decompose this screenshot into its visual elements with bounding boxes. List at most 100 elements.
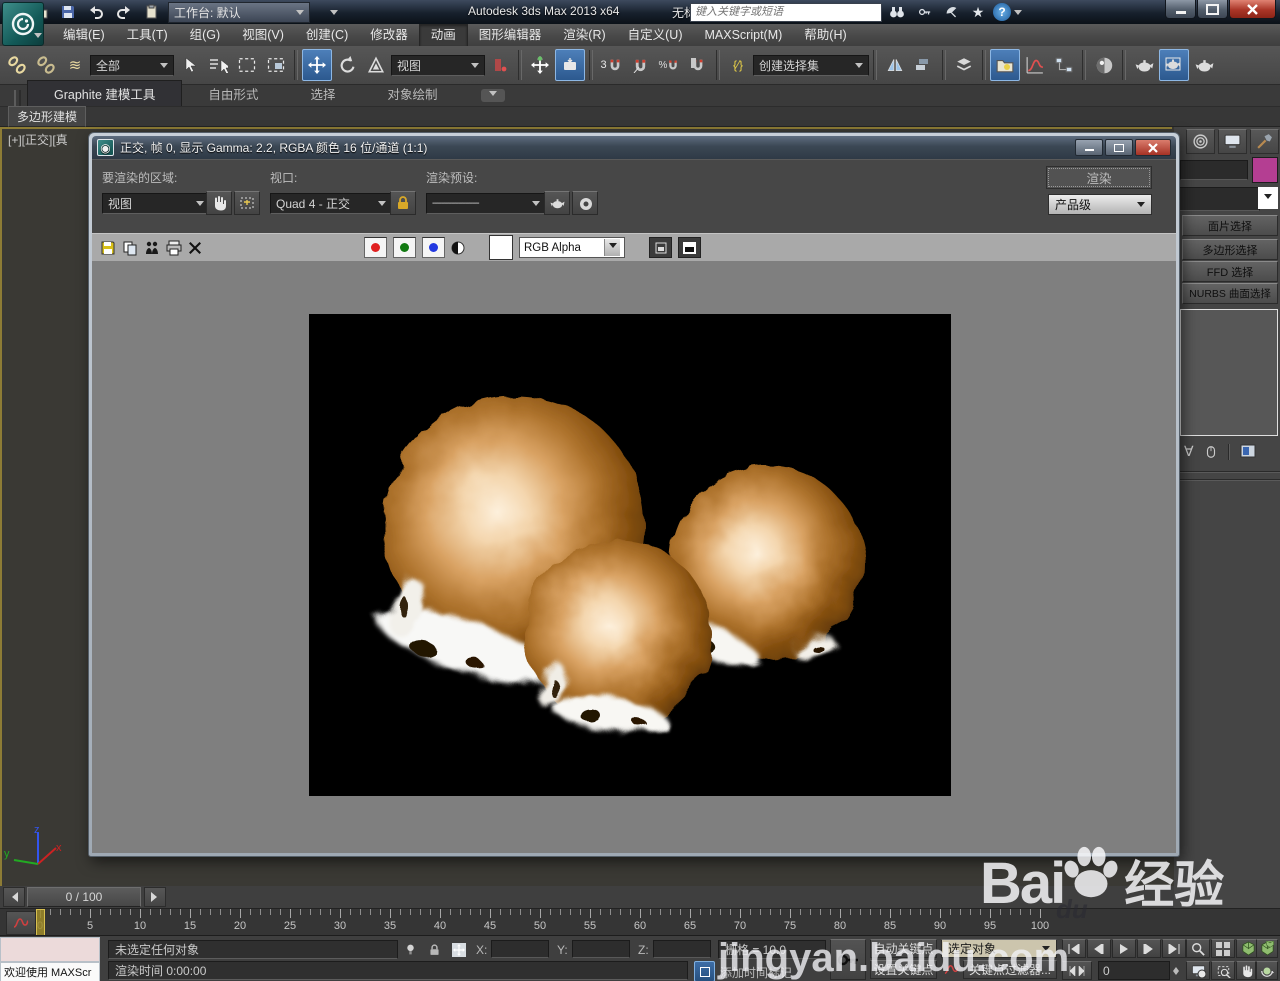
selection-lock-icon[interactable] — [424, 940, 444, 959]
subscription-key-icon[interactable] — [912, 2, 936, 22]
key-filters-button[interactable]: 关键点过滤器... — [963, 960, 1057, 979]
display-tab-icon[interactable] — [1218, 129, 1247, 154]
window-crossing-button[interactable] — [262, 50, 290, 80]
key-filter-target-dropdown[interactable]: 选定对象 — [941, 939, 1057, 958]
copy-image-button[interactable] — [122, 240, 138, 256]
undo-button[interactable] — [84, 2, 108, 22]
blue-channel-button[interactable] — [422, 237, 445, 258]
background-color-swatch[interactable] — [489, 235, 513, 260]
auto-region-button[interactable] — [234, 191, 260, 215]
reference-coordinate-dropdown[interactable]: 视图 — [391, 54, 485, 76]
go-to-start-button[interactable] — [1062, 939, 1086, 958]
orbit-button[interactable] — [1256, 961, 1278, 980]
menu-help[interactable]: 帮助(H) — [793, 24, 857, 46]
z-coordinate-field[interactable] — [653, 940, 711, 958]
menu-modifiers[interactable]: 修改器 — [359, 24, 419, 46]
render-button[interactable]: 渲染 — [1046, 166, 1152, 189]
application-menu-button[interactable] — [2, 2, 44, 46]
configure-modifier-sets-icon[interactable] — [1240, 444, 1257, 459]
select-by-name-button[interactable] — [204, 50, 232, 80]
pan-hand-button[interactable] — [1236, 961, 1256, 980]
rfw-close-button[interactable] — [1135, 139, 1171, 156]
bind-to-space-warp-button[interactable]: ≋ — [61, 50, 89, 80]
play-button[interactable] — [1112, 939, 1136, 958]
restore-button[interactable] — [1197, 0, 1228, 19]
menu-animation[interactable]: 动画 — [418, 24, 468, 46]
print-image-button[interactable] — [166, 240, 182, 256]
menu-maxscript[interactable]: MAXScript(M) — [694, 24, 794, 46]
menu-edit[interactable]: 编辑(E) — [52, 24, 116, 46]
previous-frame-button[interactable] — [3, 887, 25, 907]
mouse-pick-icon[interactable] — [1204, 444, 1218, 460]
zoom-button[interactable] — [1186, 939, 1210, 958]
qat-overflow-button[interactable] — [314, 2, 338, 22]
frame-spinner[interactable] — [1170, 961, 1181, 980]
selection-filter-dropdown[interactable]: 全部 — [90, 54, 174, 76]
material-editor-button[interactable] — [1090, 50, 1118, 80]
default-tangent-icon[interactable] — [941, 960, 961, 979]
workspace-dropdown[interactable]: 工作台: 默认 — [168, 1, 310, 23]
environment-effects-button[interactable] — [572, 191, 598, 215]
rectangular-selection-region-button[interactable] — [233, 50, 261, 80]
object-color-swatch[interactable] — [1252, 157, 1278, 183]
layers-dialog-button[interactable] — [649, 237, 672, 258]
curve-editor-button[interactable] — [1021, 50, 1049, 80]
ribbon-minimize-button[interactable] — [481, 89, 506, 102]
percent-snap-button[interactable]: % — [655, 50, 683, 80]
search-icon[interactable] — [885, 2, 909, 22]
show-end-result-icon[interactable]: ∀ — [1184, 443, 1194, 460]
auto-key-button[interactable]: 自动关键点 — [870, 939, 937, 958]
select-object-button[interactable] — [175, 50, 203, 80]
menu-graph-editors[interactable]: 图形编辑器 — [468, 24, 553, 46]
channel-display-dropdown[interactable]: RGB Alpha — [519, 237, 625, 258]
rfw-minimize-button[interactable] — [1075, 139, 1103, 156]
save-image-button[interactable] — [100, 240, 116, 256]
select-and-move-button[interactable] — [302, 49, 332, 81]
modifier-nurbs-select-button[interactable]: NURBS 曲面选择 — [1182, 283, 1278, 304]
spinner-snap-button[interactable] — [684, 50, 712, 80]
rendered-frame-window-button[interactable] — [1159, 49, 1189, 81]
panel-tab-polygon-modeling[interactable]: 多边形建模 — [8, 106, 87, 127]
maxscript-mini-listener-pink[interactable] — [0, 937, 100, 962]
current-frame-field[interactable] — [1098, 961, 1170, 980]
color-correction-button[interactable] — [678, 237, 701, 258]
rendered-frame-window[interactable]: ◉ 正交, 帧 0, 显示 Gamma: 2.2, RGBA 颜色 16 位/通… — [88, 132, 1180, 857]
previous-key-button[interactable] — [1087, 939, 1111, 958]
unlink-selection-button[interactable] — [32, 50, 60, 80]
utilities-tab-icon[interactable] — [1250, 129, 1279, 154]
zoom-extents-all-button[interactable] — [1256, 939, 1278, 958]
render-setup-button[interactable] — [1130, 50, 1158, 80]
use-pivot-center-button[interactable] — [486, 50, 514, 80]
key-mode-toggle-button[interactable] — [1062, 961, 1092, 980]
menu-group[interactable]: 组(G) — [179, 24, 232, 46]
x-coordinate-field[interactable] — [491, 940, 549, 958]
graphite-ribbon-toggle-button[interactable] — [990, 49, 1020, 81]
add-time-tag[interactable]: 添加时间标记 — [720, 964, 792, 981]
set-keys-button[interactable] — [830, 939, 866, 980]
keyboard-shortcut-override-button[interactable] — [555, 49, 585, 81]
select-and-rotate-button[interactable] — [333, 50, 361, 80]
edit-named-selection-sets-button[interactable]: {⁄} — [724, 50, 752, 80]
modifier-list-dropdown[interactable] — [1176, 187, 1260, 211]
layer-manager-button[interactable] — [950, 50, 978, 80]
close-button[interactable] — [1229, 0, 1276, 19]
select-and-scale-button[interactable] — [362, 50, 390, 80]
rfw-maximize-button[interactable] — [1105, 139, 1133, 156]
render-production-button[interactable] — [1190, 50, 1218, 80]
menu-customize[interactable]: 自定义(U) — [617, 24, 694, 46]
render-preset-dropdown[interactable]: -------------------- — [426, 193, 546, 214]
time-configuration-button[interactable] — [1186, 961, 1210, 980]
mirror-button[interactable] — [881, 50, 909, 80]
clone-window-button[interactable] — [144, 240, 160, 256]
open-listener-button[interactable] — [694, 961, 715, 981]
motion-tab-icon[interactable] — [1186, 129, 1215, 154]
viewport-label[interactable]: [+][正交][真 — [8, 131, 68, 148]
rfw-title-bar[interactable]: ◉ 正交, 帧 0, 显示 Gamma: 2.2, RGBA 颜色 16 位/通… — [92, 136, 1176, 159]
snap-toggle-3d-button[interactable]: 3 — [597, 50, 625, 80]
named-selection-sets-dropdown[interactable]: 创建选择集 — [753, 54, 869, 76]
communication-center-icon[interactable] — [939, 2, 963, 22]
current-frame-marker[interactable] — [36, 909, 45, 936]
angle-snap-button[interactable] — [626, 50, 654, 80]
minimize-button[interactable] — [1165, 0, 1196, 19]
object-name-field[interactable] — [1180, 160, 1248, 180]
